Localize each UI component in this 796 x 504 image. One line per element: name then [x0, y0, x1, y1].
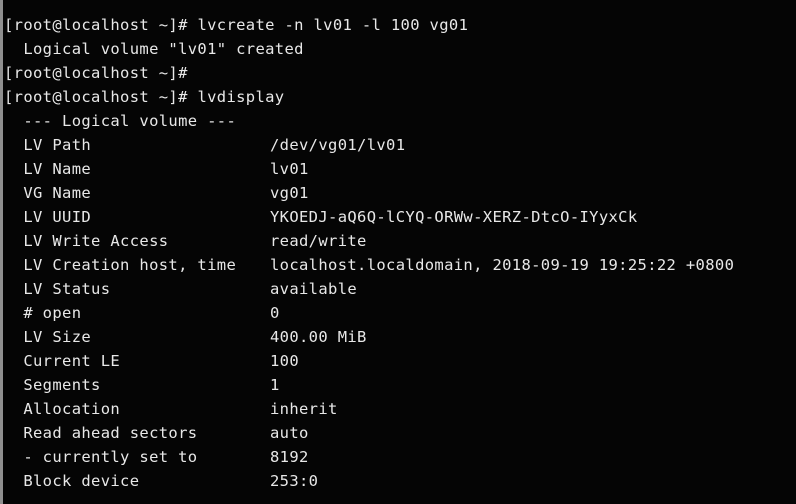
field-value: 400.00 MiB [270, 328, 367, 346]
field-value: YKOEDJ-aQ6Q-lCYQ-ORWw-XERZ-DtcO-IYyxCk [270, 208, 638, 226]
field-value: 0 [270, 304, 280, 322]
field-value: 1 [270, 376, 280, 394]
lvdisplay-row: LV Status available [4, 277, 796, 301]
field-label: Current LE [4, 352, 121, 370]
field-value: 253:0 [270, 472, 319, 490]
lvdisplay-row: LV Creation host, time localhost.localdom… [4, 253, 796, 277]
lvdisplay-row: Read ahead sectors auto [4, 421, 796, 445]
field-label: - currently set to [4, 448, 198, 466]
field-value: 8192 [270, 448, 309, 466]
lvdisplay-row: LV Name lv01 [4, 157, 796, 181]
field-label: LV Path [4, 136, 92, 154]
field-label: # open [4, 304, 82, 322]
command-text-lvcreate: lvcreate -n lv01 -l 100 vg01 [197, 16, 469, 34]
lvdisplay-row: VG Name vg01 [4, 181, 796, 205]
command-line-lvdisplay: [root@localhost ~]# lvdisplay [4, 85, 796, 109]
terminal-window[interactable]: [root@localhost ~]# lvcreate -n lv01 -l … [0, 0, 796, 504]
field-label: LV Name [4, 160, 92, 178]
field-value: inherit [270, 400, 338, 418]
shell-prompt: [root@localhost ~]# [4, 16, 198, 34]
field-label: VG Name [4, 184, 92, 202]
lvdisplay-row: LV UUID YKOEDJ-aQ6Q-lCYQ-ORWw-XERZ-DtcO-I… [4, 205, 796, 229]
lvdisplay-row: - currently set to 8192 [4, 445, 796, 469]
lvdisplay-row: LV Write Access read/write [4, 229, 796, 253]
shell-prompt: [root@localhost ~]# [4, 88, 198, 106]
lvdisplay-row: Block device 253:0 [4, 469, 796, 493]
field-value: lv01 [270, 160, 309, 178]
lvdisplay-row: LV Size 400.00 MiB [4, 325, 796, 349]
field-value: auto [270, 424, 309, 442]
lvdisplay-row: LV Path/dev/vg01/lv01 [4, 133, 796, 157]
field-label: Block device [4, 472, 140, 490]
field-value: 100 [270, 352, 300, 370]
field-value: /dev/vg01/lv01 [270, 136, 406, 154]
output-line-volume-created: Logical volume "lv01" created [4, 40, 304, 58]
field-value: read/write [270, 232, 367, 250]
field-value: vg01 [270, 184, 309, 202]
command-text-lvdisplay: lvdisplay [197, 88, 285, 106]
field-label: LV Write Access [4, 232, 169, 250]
lvdisplay-row: Segments 1 [4, 373, 796, 397]
command-line-lvcreate: [root@localhost ~]# lvcreate -n lv01 -l … [4, 13, 796, 37]
lvdisplay-row: Allocation inherit [4, 397, 796, 421]
field-label: Read ahead sectors [4, 424, 198, 442]
field-value: localhost.localdomain, 2018-09-19 19:25:… [270, 256, 735, 274]
field-value: available [270, 280, 358, 298]
lvdisplay-row: Current LE 100 [4, 349, 796, 373]
field-label: Segments [4, 376, 101, 394]
field-label: Allocation [4, 400, 121, 418]
field-label: LV Size [4, 328, 92, 346]
field-label: LV Creation host, time [4, 256, 237, 274]
empty-prompt-line: [root@localhost ~]# [4, 64, 198, 82]
lvdisplay-row: # open 0 [4, 301, 796, 325]
section-header-logical-volume: --- Logical volume --- [4, 112, 237, 130]
field-label: LV Status [4, 280, 111, 298]
field-label: LV UUID [4, 208, 92, 226]
terminal-screen[interactable]: [root@localhost ~]# lvcreate -n lv01 -l … [0, 0, 796, 493]
